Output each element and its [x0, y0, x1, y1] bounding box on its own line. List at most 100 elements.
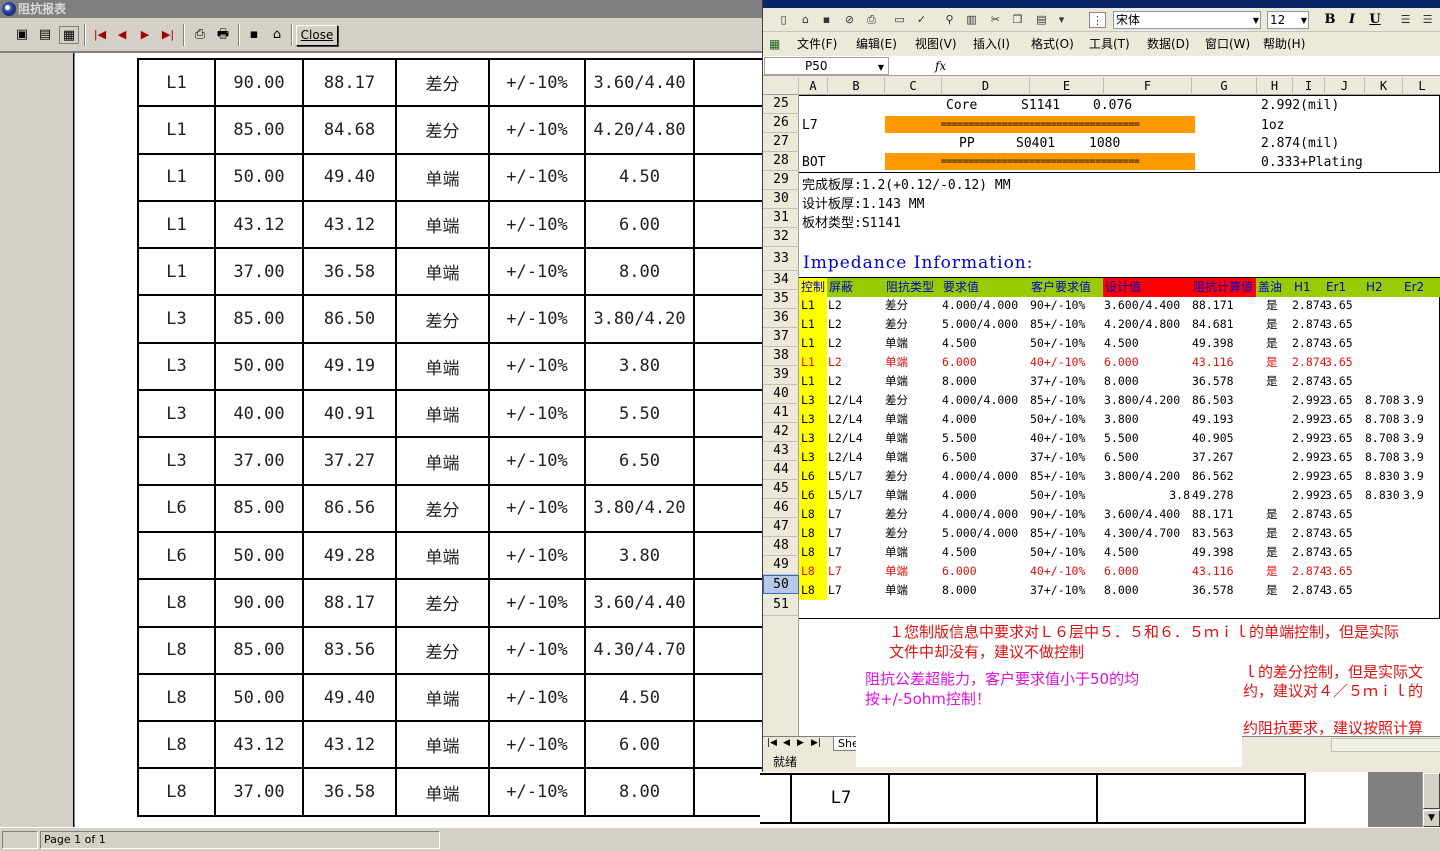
- row-header[interactable]: 33: [763, 247, 799, 271]
- row-header[interactable]: 25: [763, 95, 799, 114]
- previous-page-icon[interactable]: ◀: [112, 26, 132, 44]
- row-header[interactable]: 30: [763, 190, 799, 209]
- column-header[interactable]: B: [828, 77, 885, 95]
- sheet-prev-icon[interactable]: ◀: [783, 738, 790, 748]
- menu-help[interactable]: 帮助(H): [1263, 36, 1305, 52]
- impedance-row[interactable]: L1 L2 差分 5.000/4.000 85+/-10% 4.200/4.800 84.6…: [799, 315, 1440, 334]
- row-header[interactable]: 41: [763, 404, 799, 423]
- row-header[interactable]: 39: [763, 366, 799, 385]
- align-center-icon[interactable]: ☰: [1419, 12, 1436, 28]
- align-left-icon[interactable]: ☰: [1397, 12, 1414, 28]
- impedance-row[interactable]: L6 L5/L7 单端 4.000 50+/-10% 3.8 49.278 2.992 3.65…: [799, 486, 1440, 505]
- column-header[interactable]: J: [1325, 77, 1365, 95]
- open-folder-icon[interactable]: ⌂: [267, 26, 287, 44]
- multi-page-view-icon[interactable]: ▤: [35, 26, 55, 44]
- paste-dropdown-icon[interactable]: ▾: [1053, 12, 1070, 28]
- impedance-row[interactable]: L1 L2 差分 4.000/4.000 90+/-10% 3.600/4.400 88.1…: [799, 296, 1440, 315]
- impedance-row[interactable]: L8 L7 单端 8.000 37+/-10% 8.000 36.578 是 2.874 3.65: [799, 581, 1440, 600]
- bold-icon[interactable]: B: [1321, 12, 1339, 28]
- scrollbar-thumb[interactable]: [1423, 773, 1440, 809]
- menu-file[interactable]: 文件(F): [797, 36, 837, 52]
- row-header[interactable]: 32: [763, 228, 799, 247]
- paste-icon[interactable]: ▤: [1033, 12, 1050, 28]
- impedance-row[interactable]: L1 L2 单端 8.000 37+/-10% 8.000 36.578 是 2.874 3.65: [799, 372, 1440, 391]
- first-page-icon[interactable]: |◀: [90, 26, 110, 44]
- underline-icon[interactable]: U: [1366, 12, 1384, 28]
- print-icon[interactable]: ⎙: [863, 12, 880, 28]
- column-header[interactable]: C: [885, 77, 942, 95]
- copy-icon[interactable]: ❐: [1009, 12, 1026, 28]
- menu-window[interactable]: 窗口(W): [1205, 36, 1250, 52]
- row-header[interactable]: 43: [763, 442, 799, 461]
- column-header[interactable]: I: [1293, 77, 1325, 95]
- menu-format[interactable]: 格式(O): [1031, 36, 1074, 52]
- menu-view[interactable]: 视图(V): [915, 36, 957, 52]
- impedance-row[interactable]: L1 L2 单端 4.500 50+/-10% 4.500 49.398 是 2.874 3.65: [799, 334, 1440, 353]
- horizontal-scrollbar[interactable]: [1331, 738, 1440, 752]
- row-header[interactable]: 26: [763, 114, 799, 133]
- row-header[interactable]: 48: [763, 537, 799, 556]
- open-icon[interactable]: ⌂: [797, 12, 814, 28]
- sheet-last-icon[interactable]: ▶|: [811, 738, 821, 748]
- column-header[interactable]: G: [1192, 77, 1257, 95]
- column-header[interactable]: H: [1257, 77, 1293, 95]
- next-page-icon[interactable]: ▶: [135, 26, 155, 44]
- row-header[interactable]: 45: [763, 480, 799, 499]
- page-width-view-icon[interactable]: ▦: [59, 26, 79, 44]
- spelling-icon[interactable]: ✓: [913, 12, 930, 28]
- menu-data[interactable]: 数据(D): [1147, 36, 1190, 52]
- row-header[interactable]: 42: [763, 423, 799, 442]
- print-icon[interactable]: 🖶: [213, 26, 233, 44]
- toolbar-overflow-icon[interactable]: ⋮: [1089, 12, 1106, 28]
- impedance-row[interactable]: L8 L7 差分 5.000/4.000 85+/-10% 4.300/4.700 83.5…: [799, 524, 1440, 543]
- font-name-select[interactable]: 宋体 ▼: [1113, 11, 1261, 29]
- row-header[interactable]: 46: [763, 499, 799, 518]
- column-header[interactable]: A: [799, 77, 828, 95]
- impedance-row[interactable]: L3 L2/L4 单端 6.500 37+/-10% 6.500 37.267 2.992 3.…: [799, 448, 1440, 467]
- italic-icon[interactable]: I: [1343, 12, 1361, 28]
- single-page-view-icon[interactable]: ▣: [12, 26, 32, 44]
- research-icon[interactable]: ⚲: [941, 12, 958, 28]
- column-header[interactable]: F: [1104, 77, 1192, 95]
- row-header[interactable]: 29: [763, 171, 799, 190]
- row-header[interactable]: 36: [763, 309, 799, 328]
- impedance-row[interactable]: L3 L2/L4 单端 4.000 50+/-10% 3.800 49.193 2.992 3.…: [799, 410, 1440, 429]
- row-header[interactable]: 38: [763, 347, 799, 366]
- row-header[interactable]: 40: [763, 385, 799, 404]
- spreadsheet-grid[interactable]: ABCDEFGHIJKL 25 26 27 28 29 30 31 32 33 34 35 36 37 3…: [763, 77, 1440, 736]
- impedance-row[interactable]: L6 L5/L7 差分 4.000/4.000 85+/-10% 3.800/4.200 8…: [799, 467, 1440, 486]
- column-header[interactable]: E: [1030, 77, 1104, 95]
- menu-edit[interactable]: 编辑(E): [856, 36, 897, 52]
- column-header[interactable]: D: [942, 77, 1030, 95]
- format-painter-icon[interactable]: ▥: [963, 12, 980, 28]
- close-button[interactable]: Close: [296, 25, 338, 46]
- impedance-row[interactable]: L8 L7 单端 6.000 40+/-10% 6.000 43.116 是 2.874 3.65: [799, 562, 1440, 581]
- save-icon[interactable]: ▪: [818, 12, 835, 28]
- last-page-icon[interactable]: ▶|: [158, 26, 178, 44]
- sheet-first-icon[interactable]: |◀: [767, 738, 777, 748]
- scroll-down-icon[interactable]: ▼: [1423, 810, 1440, 827]
- print-setup-icon[interactable]: ⎙: [190, 26, 210, 44]
- permission-icon[interactable]: ⊘: [841, 12, 858, 28]
- row-header[interactable]: 47: [763, 518, 799, 537]
- column-header[interactable]: L: [1403, 77, 1440, 95]
- row-header[interactable]: 27: [763, 133, 799, 152]
- impedance-row[interactable]: L3 L2/L4 差分 4.000/4.000 85+/-10% 3.800/4.200 8…: [799, 391, 1440, 410]
- menu-insert[interactable]: 插入(I): [973, 36, 1010, 52]
- row-header[interactable]: 49: [763, 556, 799, 575]
- cut-icon[interactable]: ✂: [987, 12, 1004, 28]
- sheet-next-icon[interactable]: ▶: [797, 738, 804, 748]
- impedance-row[interactable]: L3 L2/L4 单端 5.500 40+/-10% 5.500 40.905 2.992 3.…: [799, 429, 1440, 448]
- name-box[interactable]: P50 ▼: [764, 57, 889, 75]
- font-size-select[interactable]: 12 ▼: [1267, 11, 1309, 29]
- impedance-row[interactable]: L1 L2 单端 6.000 40+/-10% 6.000 43.116 是 2.874 3.65: [799, 353, 1440, 372]
- row-header[interactable]: 34: [763, 271, 799, 290]
- row-header[interactable]: 51: [763, 594, 799, 616]
- print-preview-icon[interactable]: ▭: [891, 12, 908, 28]
- new-file-icon[interactable]: ▯: [775, 12, 792, 28]
- row-header[interactable]: 50: [763, 575, 799, 594]
- row-header[interactable]: 31: [763, 209, 799, 228]
- row-header[interactable]: 28: [763, 152, 799, 171]
- impedance-row[interactable]: L8 L7 差分 4.000/4.000 90+/-10% 3.600/4.400 88.1…: [799, 505, 1440, 524]
- impedance-row[interactable]: L8 L7 单端 4.500 50+/-10% 4.500 49.398 是 2.874 3.65: [799, 543, 1440, 562]
